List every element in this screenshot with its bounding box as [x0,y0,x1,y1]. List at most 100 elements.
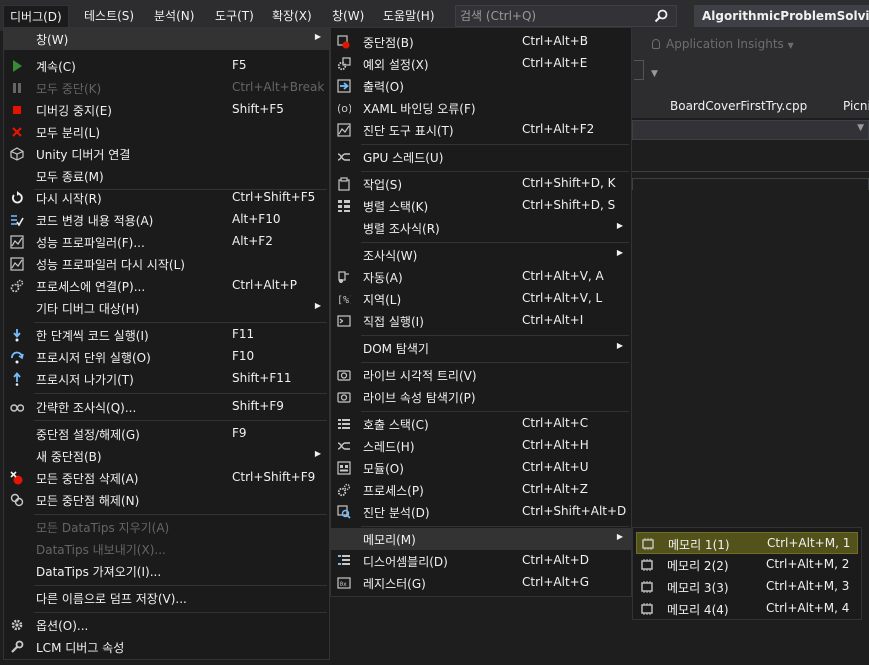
menu-item-restart[interactable]: 다시 시작(R) Ctrl+Shift+F5 [4,187,329,209]
menu-separator [34,322,327,323]
menu-item-parallel-stacks[interactable]: 병렬 스택(K) Ctrl+Shift+D, S [331,195,631,217]
menu-item-memory[interactable]: 메모리(M) ▶ [331,528,631,550]
navigation-bar[interactable]: ▼ [632,120,869,140]
menu-item-modules[interactable]: 모듈(O) Ctrl+Alt+U [331,457,631,479]
quickwatch-icon [10,404,24,412]
menu-item-registers[interactable]: 0x 레지스터(G) Ctrl+Alt+G [331,572,631,594]
menu-item-call-stack[interactable]: 호출 스택(C) Ctrl+Alt+C [331,413,631,435]
menu-item-apply-code-changes[interactable]: 코드 변경 내용 적용(A) Alt+F10 [4,209,329,231]
menu-item-label: 모든 중단점 삭제(A) [36,472,139,486]
search-icon[interactable] [654,9,668,23]
memory-chip-icon [641,603,653,615]
tab-boardcoverfirsttry[interactable]: BoardCoverFirstTry.cpp [670,99,807,113]
menu-item-gpu-threads[interactable]: GPU 스레드(U) [331,146,631,168]
exception-settings-icon [337,57,351,71]
chevron-down-icon[interactable]: ▼ [857,123,864,133]
menu-item-stop-debugging[interactable]: 디버깅 중지(E) Shift+F5 [4,99,329,121]
menu-item-dom-explorer[interactable]: DOM 탐색기 ▶ [331,337,631,359]
menu-item-import-datatips[interactable]: DataTips 가져오기(I)... [4,560,329,582]
tab-picnic[interactable]: Picni [843,99,869,113]
menu-item-memory-3[interactable]: 메모리 3(3) Ctrl+Alt+M, 3 [633,576,861,598]
menu-item-live-property-explorer[interactable]: 라이브 속성 탐색기(P) [331,386,631,408]
menu-item-lcm-debug-properties[interactable]: LCM 디버그 속성 [4,636,329,658]
submenu-arrow-icon: ▶ [314,301,321,310]
menu-item-save-dump-as[interactable]: 다른 이름으로 덤프 저장(V)... [4,587,329,609]
xaml-binding-icon: (o) [337,102,351,115]
menu-item-disable-all-breakpoints[interactable]: 모든 중단점 해제(N) [4,489,329,511]
menu-item-continue[interactable]: 계속(C) F5 [4,55,329,77]
menu-item-parallel-watch[interactable]: 병렬 조사식(R) ▶ [331,217,631,239]
menu-item-shortcut: Ctrl+Alt+H [522,438,589,452]
menu-item-live-visual-tree[interactable]: 라이브 시각적 트리(V) [331,364,631,386]
search-input[interactable] [460,7,650,25]
menu-analyze[interactable]: 분석(N) [148,5,200,27]
menu-item-window[interactable]: 창(W) ▶ [4,28,329,50]
menu-separator [34,393,327,394]
menu-window[interactable]: 창(W) [326,5,370,27]
menu-item-xaml-binding-failures[interactable]: (o) XAML 바인딩 오류(F) [331,97,631,119]
menu-item-performance-profiler[interactable]: 성능 프로파일러(F)... Alt+F2 [4,231,329,253]
menu-help[interactable]: 도움말(H) [377,5,441,27]
menu-item-step-out[interactable]: 프로시저 나가기(T) Shift+F11 [4,368,329,390]
menu-item-shortcut: Ctrl+Alt+I [522,313,584,327]
menu-item-breakpoints[interactable]: 중단점(B) Ctrl+Alt+B [331,31,631,53]
menu-item-immediate[interactable]: 직접 실행(I) Ctrl+Alt+I [331,310,631,332]
menu-item-memory-1[interactable]: 메모리 1(1) Ctrl+Alt+M, 1 [636,532,858,554]
menu-item-watch[interactable]: 조사식(W) ▶ [331,244,631,266]
menu-item-shortcut: Ctrl+Alt+D [522,553,589,567]
menu-item-label: DataTips 가져오기(I)... [36,565,162,579]
menu-item-label: 다시 시작(R) [36,192,102,206]
menu-item-processes[interactable]: 프로세스(P) Ctrl+Alt+Z [331,479,631,501]
menu-item-relaunch-profiler[interactable]: 성능 프로파일러 다시 시작(L) [4,253,329,275]
menu-item-break-all: 모두 중단(K) Ctrl+Alt+Break [4,77,329,99]
menu-test[interactable]: 테스트(S) [78,5,140,27]
menu-item-memory-4[interactable]: 메모리 4(4) Ctrl+Alt+M, 4 [633,598,861,620]
menu-item-quickwatch[interactable]: 간략한 조사식(Q)... Shift+F9 [4,396,329,418]
menu-item-shortcut: Ctrl+Alt+M, 2 [766,557,850,571]
menu-item-diagnostic-analysis[interactable]: 진단 분석(D) Ctrl+Shift+Alt+D [331,501,631,523]
menu-item-step-into[interactable]: 한 단계씩 코드 실행(I) F11 [4,324,329,346]
submenu-arrow-icon: ▶ [616,341,623,350]
menu-item-label: 출력(O) [363,80,404,94]
chevron-down-icon[interactable]: ▼ [651,69,658,79]
menu-item-diagnostic-tools[interactable]: 진단 도구 표시(T) Ctrl+Alt+F2 [331,119,631,141]
menu-item-threads[interactable]: 스레드(H) Ctrl+Alt+H [331,435,631,457]
menu-item-disassembly[interactable]: 디스어셈블리(D) Ctrl+Alt+D [331,550,631,572]
menu-item-label: 중단점(B) [363,36,414,50]
menu-item-exception-settings[interactable]: 예외 설정(X) Ctrl+Alt+E [331,53,631,75]
menu-item-locals[interactable]: [%] 지역(L) Ctrl+Alt+V, L [331,288,631,310]
menu-item-other-debug-targets[interactable]: 기타 디버그 대상(H) ▶ [4,297,329,319]
menu-item-memory-2[interactable]: 메모리 2(2) Ctrl+Alt+M, 2 [633,554,861,576]
restart-icon [11,191,23,204]
menu-item-toggle-breakpoint[interactable]: 중단점 설정/해제(G) F9 [4,423,329,445]
svg-text:0x: 0x [340,581,348,588]
menu-tools[interactable]: 도구(T) [209,5,260,27]
autos-icon [338,271,349,283]
menu-item-detach-all[interactable]: 모두 분리(L) [4,121,329,143]
menu-item-output[interactable]: 출력(O) [331,75,631,97]
menu-item-options[interactable]: 옵션(O)... [4,614,329,636]
menu-item-new-breakpoint[interactable]: 새 중단점(B) ▶ [4,445,329,467]
menu-item-attach-unity[interactable]: Unity 디버거 연결 [4,143,329,165]
menu-separator [361,144,629,145]
search-box[interactable] [455,5,677,27]
menu-debug[interactable]: 디버그(D) [3,5,69,27]
menu-extensions[interactable]: 확장(X) [266,5,318,27]
toolbar-dropdown[interactable] [634,60,644,80]
menu-item-attach-process[interactable]: 프로세스에 연결(P)... Ctrl+Alt+P [4,275,329,297]
menu-item-label: 병렬 조사식(R) [363,222,440,236]
menu-item-label: 옵션(O)... [36,619,89,633]
delete-breakpoints-icon [10,471,23,485]
menu-item-delete-all-breakpoints[interactable]: 모든 중단점 삭제(A) Ctrl+Shift+F9 [4,467,329,489]
menu-separator [34,420,327,421]
menu-item-terminate-all[interactable]: 모두 종료(M) [4,165,329,187]
menu-item-label: 메모리(M) [363,533,416,547]
disable-breakpoints-icon [10,493,24,507]
application-insights-button[interactable]: Application Insights ▼ [652,37,794,51]
solution-title: AlgorithmicProblemSolvingSt [694,5,869,27]
menu-item-tasks[interactable]: 작업(S) Ctrl+Shift+D, K [331,173,631,195]
lightbulb-icon [652,39,660,49]
menu-item-shortcut: Ctrl+Shift+D, S [522,198,616,212]
menu-item-autos[interactable]: 자동(A) Ctrl+Alt+V, A [331,266,631,288]
menu-item-step-over[interactable]: 프로시저 단위 실행(O) F10 [4,346,329,368]
